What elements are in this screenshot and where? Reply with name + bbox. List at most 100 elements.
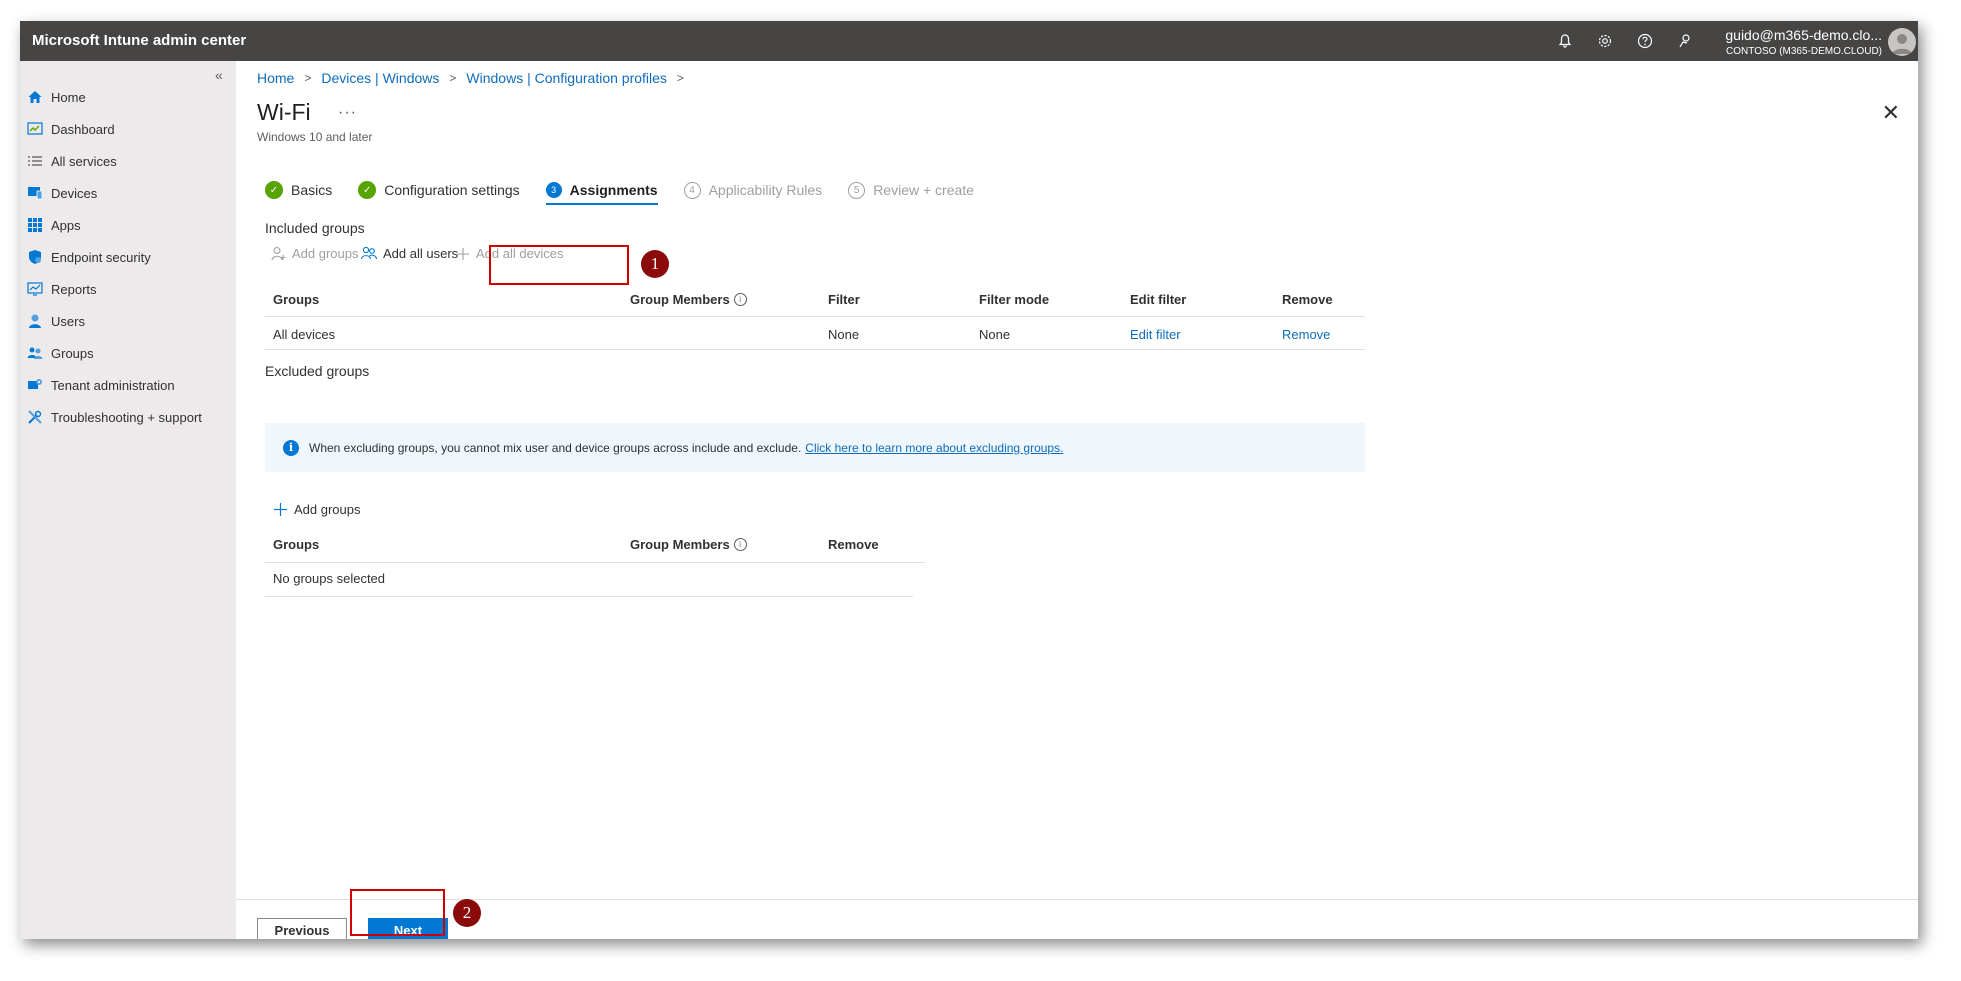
- wizard-footer: Previous Next: [236, 899, 1918, 939]
- chevron-right-icon: >: [304, 71, 312, 85]
- groups-icon: [26, 344, 44, 362]
- dashboard-icon: [26, 120, 44, 138]
- step-review-create[interactable]: 5 Review + create: [848, 181, 974, 199]
- table-divider: [265, 596, 913, 597]
- info-icon[interactable]: i: [733, 538, 747, 551]
- excluded-groups-heading: Excluded groups: [265, 363, 370, 379]
- apps-icon: [26, 216, 44, 234]
- column-header-group-members[interactable]: Group Members i: [630, 292, 747, 307]
- sidebar-item-dashboard[interactable]: Dashboard: [26, 115, 115, 143]
- sidebar-item-label: All services: [51, 153, 117, 169]
- step-assignments[interactable]: 3 Assignments: [545, 182, 658, 205]
- breadcrumb-devices-windows[interactable]: Devices | Windows: [321, 70, 439, 86]
- sidebar-item-label: Home: [51, 89, 86, 105]
- column-header-edit-filter[interactable]: Edit filter: [1130, 292, 1186, 307]
- step-marker-2: 2: [453, 899, 481, 927]
- breadcrumb-home[interactable]: Home: [257, 70, 294, 86]
- breadcrumb: Home > Devices | Windows > Windows | Con…: [257, 70, 694, 86]
- more-options-button[interactable]: ···: [338, 104, 357, 122]
- step-label: Applicability Rules: [708, 182, 823, 198]
- list-icon: [26, 152, 44, 170]
- gear-icon[interactable]: [1595, 31, 1615, 51]
- user-tenant[interactable]: CONTOSO (M365-DEMO.CLOUD): [1726, 46, 1882, 57]
- learn-more-link[interactable]: Click here to learn more about excluding…: [805, 441, 1063, 455]
- table-cell-filter: None: [828, 327, 860, 342]
- column-header-remove[interactable]: Remove: [1282, 292, 1333, 307]
- sidebar-item-apps[interactable]: Apps: [26, 211, 81, 239]
- table-divider: [265, 349, 1365, 350]
- sidebar-item-home[interactable]: Home: [26, 83, 86, 111]
- column-header-groups[interactable]: Groups: [273, 292, 319, 307]
- devices-icon: [26, 184, 44, 202]
- column-header-group-members[interactable]: Group Members i: [630, 537, 747, 552]
- bell-icon[interactable]: [1555, 31, 1575, 51]
- add-groups-label: Add groups: [294, 502, 361, 517]
- reports-icon: [26, 280, 44, 298]
- sidebar-item-reports[interactable]: Reports: [26, 275, 97, 303]
- add-groups-label: Add groups: [292, 246, 359, 261]
- step-label: Assignments: [569, 182, 658, 198]
- table-divider: [265, 562, 925, 563]
- close-icon[interactable]: ✕: [1882, 100, 1900, 126]
- chevron-right-icon: >: [449, 71, 457, 85]
- column-header-remove[interactable]: Remove: [828, 537, 879, 552]
- empty-state-text: No groups selected: [273, 571, 386, 586]
- main-content: Home > Devices | Windows > Windows | Con…: [236, 61, 1918, 939]
- column-header-groups[interactable]: Groups: [273, 537, 319, 552]
- highlight-next-button: [350, 889, 445, 936]
- tenant-icon: [26, 376, 44, 394]
- sidebar-item-label: Tenant administration: [51, 377, 175, 393]
- step-label: Review + create: [873, 182, 974, 198]
- step-marker-1: 1: [641, 250, 669, 278]
- top-bar: Microsoft Intune admin center guido@m365…: [20, 21, 1918, 61]
- add-excluded-groups-button[interactable]: Add groups: [273, 502, 361, 517]
- feedback-icon[interactable]: [1675, 31, 1695, 51]
- checkmark-icon: ✓: [265, 181, 283, 199]
- app-title[interactable]: Microsoft Intune admin center: [32, 32, 246, 49]
- edit-filter-link[interactable]: Edit filter: [1130, 327, 1181, 342]
- chevron-right-icon: >: [676, 71, 684, 85]
- home-icon: [26, 88, 44, 106]
- column-header-filter[interactable]: Filter: [828, 292, 860, 307]
- step-label: Configuration settings: [384, 182, 520, 198]
- info-icon[interactable]: i: [733, 293, 747, 306]
- step-basics[interactable]: ✓ Basics: [265, 181, 332, 199]
- sidebar-item-label: Troubleshooting + support: [51, 409, 202, 425]
- included-groups-heading: Included groups: [265, 220, 365, 236]
- sidebar-item-devices[interactable]: Devices: [26, 179, 97, 207]
- add-groups-button[interactable]: Add groups: [271, 246, 359, 261]
- collapse-sidebar-button[interactable]: «: [215, 67, 223, 83]
- step-number: 5: [848, 181, 866, 199]
- column-header-label: Group Members: [630, 537, 730, 552]
- avatar[interactable]: [1888, 28, 1916, 56]
- sidebar-item-label: Users: [51, 313, 85, 329]
- table-cell-group: All devices: [273, 327, 336, 342]
- help-icon[interactable]: [1635, 31, 1655, 51]
- sidebar-item-label: Apps: [51, 217, 81, 233]
- previous-button[interactable]: Previous: [257, 918, 347, 939]
- sidebar-item-label: Reports: [51, 281, 97, 297]
- table-divider: [265, 316, 1365, 317]
- sidebar-item-users[interactable]: Users: [26, 307, 85, 335]
- sidebar: « Home Dashboard All services Devices Ap…: [20, 61, 236, 939]
- remove-link[interactable]: Remove: [1282, 327, 1330, 342]
- add-user-icon: [271, 246, 286, 261]
- wizard-steps: ✓ Basics ✓ Configuration settings 3 Assi…: [265, 181, 1000, 205]
- step-applicability-rules[interactable]: 4 Applicability Rules: [683, 181, 823, 199]
- breadcrumb-configuration-profiles[interactable]: Windows | Configuration profiles: [466, 70, 667, 86]
- info-icon: i: [283, 439, 299, 456]
- add-all-users-button[interactable]: Add all users: [361, 246, 458, 261]
- user-name[interactable]: guido@m365-demo.clo...: [1725, 27, 1882, 43]
- checkmark-icon: ✓: [358, 181, 377, 199]
- info-text: When excluding groups, you cannot mix us…: [309, 440, 802, 455]
- sidebar-item-troubleshooting-support[interactable]: Troubleshooting + support: [26, 403, 202, 431]
- shield-icon: [26, 248, 44, 266]
- sidebar-item-label: Dashboard: [51, 121, 115, 137]
- sidebar-item-all-services[interactable]: All services: [26, 147, 117, 175]
- sidebar-item-groups[interactable]: Groups: [26, 339, 94, 367]
- sidebar-item-endpoint-security[interactable]: Endpoint security: [26, 243, 151, 271]
- step-configuration-settings[interactable]: ✓ Configuration settings: [358, 181, 520, 199]
- sidebar-item-tenant-administration[interactable]: Tenant administration: [26, 371, 175, 399]
- column-header-label: Group Members: [630, 292, 730, 307]
- column-header-filter-mode[interactable]: Filter mode: [979, 292, 1049, 307]
